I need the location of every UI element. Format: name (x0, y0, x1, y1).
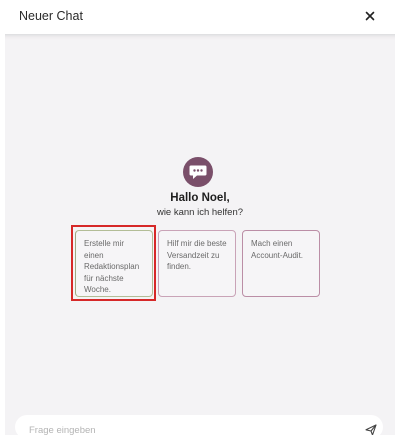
chat-title: Neuer Chat (19, 9, 83, 23)
chat-window: Neuer Chat Hallo Noel, wie kann ich helf… (0, 0, 400, 435)
question-input[interactable] (27, 424, 351, 435)
greeting-heading: Hallo Noel, (170, 192, 230, 204)
chat-header: Neuer Chat (0, 0, 400, 34)
chat-bubble-icon (189, 165, 207, 179)
composer-bar (15, 415, 383, 435)
greeting-subtitle: wie kann ich helfen? (156, 207, 244, 218)
assistant-avatar (183, 157, 213, 187)
chat-body: Hallo Noel, wie kann ich helfen? Erstell… (5, 34, 395, 435)
send-icon (365, 424, 377, 435)
close-button[interactable] (362, 8, 378, 24)
suggestion-card-send-time[interactable]: Hilf mir die beste Versandzeit zu finden… (158, 230, 236, 297)
suggestion-card-account-audit[interactable]: Mach einen Account-Audit. (242, 230, 320, 297)
send-button[interactable] (365, 423, 377, 435)
close-icon (365, 11, 375, 21)
suggestion-card-editorial-plan[interactable]: Erstelle mir einen Redaktionsplan für nä… (75, 230, 153, 297)
